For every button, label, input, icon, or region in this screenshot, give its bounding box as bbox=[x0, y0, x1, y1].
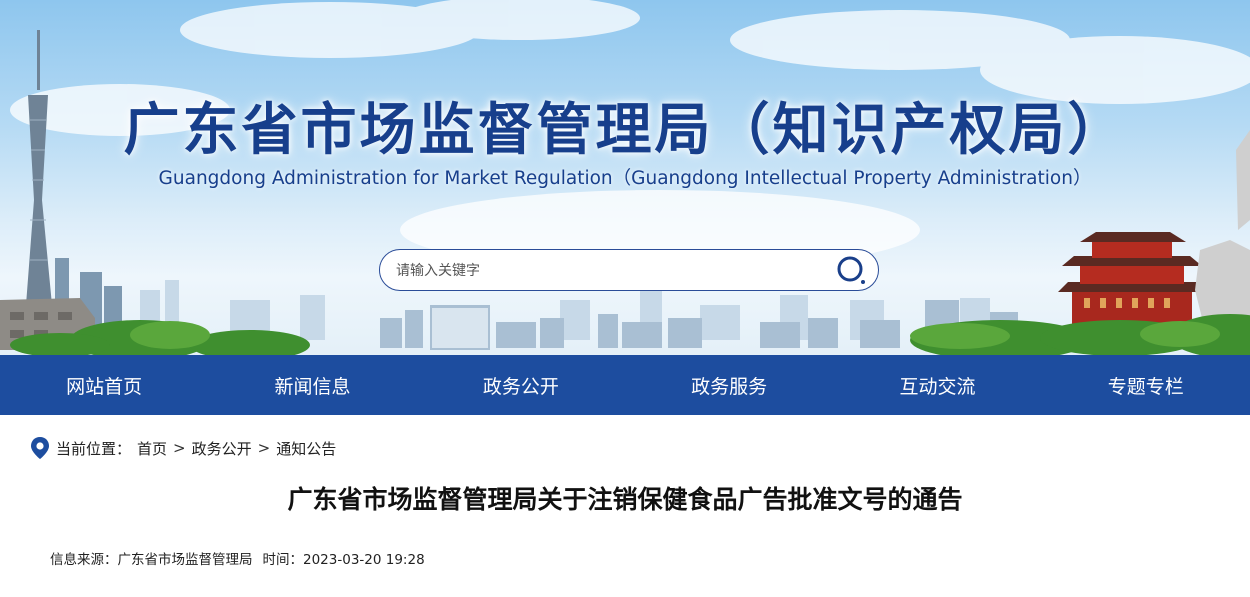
breadcrumb-gov-affairs-open[interactable]: 政务公开 bbox=[192, 438, 252, 459]
header-banner: 广东省市场监督管理局（知识产权局） Guangdong Administrati… bbox=[0, 0, 1250, 355]
breadcrumb: 当前位置： 首页 > 政务公开 > 通知公告 bbox=[30, 435, 336, 461]
breadcrumb-separator: > bbox=[173, 439, 186, 457]
breadcrumb-separator: > bbox=[257, 439, 271, 457]
nav-item-home[interactable]: 网站首页 bbox=[0, 355, 208, 415]
main-nav: 网站首页 新闻信息 政务公开 政务服务 互动交流 专题专栏 bbox=[0, 355, 1250, 415]
article-meta: 信息来源：广东省市场监督管理局 时间：2023-03-20 19:28 bbox=[50, 548, 425, 568]
time-label: 时间： bbox=[262, 552, 304, 568]
source-label: 信息来源： bbox=[50, 552, 118, 568]
location-pin-icon bbox=[30, 436, 50, 460]
nav-item-gov-services[interactable]: 政务服务 bbox=[625, 355, 833, 415]
site-title: 广东省市场监督管理局（知识产权局） bbox=[123, 98, 1127, 163]
red-pavilion bbox=[1058, 232, 1206, 330]
nav-item-interaction[interactable]: 互动交流 bbox=[833, 355, 1041, 415]
breadcrumb-home[interactable]: 首页 bbox=[137, 438, 167, 459]
breadcrumb-notices[interactable]: 通知公告 bbox=[276, 438, 336, 459]
search-bar bbox=[379, 249, 879, 291]
source-value: 广东省市场监督管理局 bbox=[117, 552, 253, 568]
search-icon[interactable] bbox=[836, 255, 868, 287]
nav-item-special-topics[interactable]: 专题专栏 bbox=[1042, 355, 1250, 415]
breadcrumb-label: 当前位置： bbox=[56, 439, 132, 458]
nav-item-news[interactable]: 新闻信息 bbox=[208, 355, 416, 415]
nav-item-gov-affairs-open[interactable]: 政务公开 bbox=[417, 355, 625, 415]
article-title: 广东省市场监督管理局关于注销保健食品广告批准文号的通告 bbox=[287, 485, 963, 514]
time-value: 2023-03-20 19:28 bbox=[303, 552, 425, 568]
site-subtitle: Guangdong Administration for Market Regu… bbox=[158, 168, 1092, 189]
search-input[interactable] bbox=[394, 256, 818, 286]
